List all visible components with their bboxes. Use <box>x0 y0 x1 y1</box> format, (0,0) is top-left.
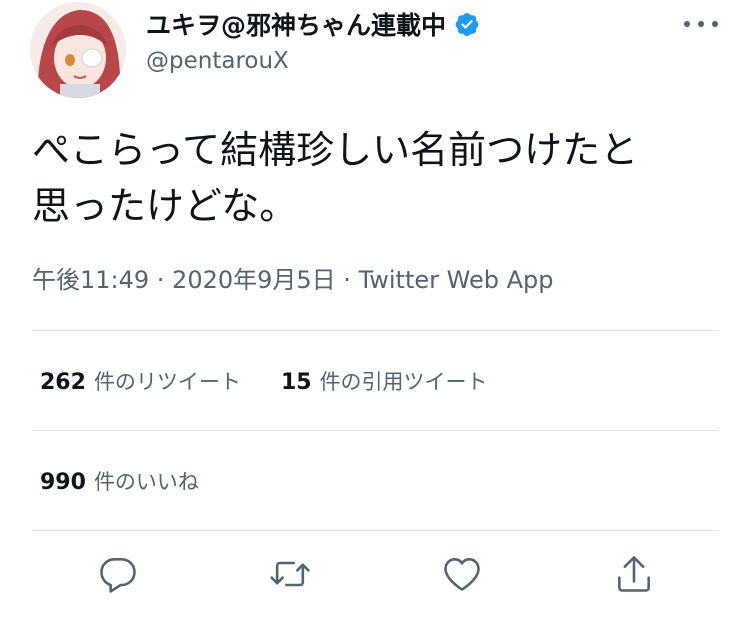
share-icon <box>618 556 650 592</box>
divider <box>32 430 718 431</box>
likes-stats-row: 990 件のいいね <box>40 466 199 496</box>
quotes-label: 件の引用ツイート <box>319 370 488 394</box>
retweets-count: 262 <box>40 370 86 395</box>
retweet-icon <box>270 561 310 587</box>
tweet-action-bar <box>0 552 748 602</box>
avatar[interactable] <box>30 2 126 98</box>
tweet-text: ぺこらって結構珍しい名前つけたと 思ったけどな。 <box>32 122 722 234</box>
tweet-timestamp[interactable]: 午後11:49 · 2020年9月5日 · Twitter Web App <box>32 260 553 295</box>
engagement-stats-row: 262 件のリツイート 15 件の引用ツイート <box>40 366 488 396</box>
retweets-stat[interactable]: 262 件のリツイート <box>40 366 241 396</box>
user-handle[interactable]: @pentarouX <box>146 48 289 74</box>
likes-count: 990 <box>40 470 86 495</box>
avatar-illustration <box>30 2 126 98</box>
display-name[interactable]: ユキヲ@邪神ちゃん連載中 <box>146 6 480 42</box>
verified-badge-icon <box>455 13 479 36</box>
reply-icon <box>100 558 136 593</box>
divider <box>32 330 718 331</box>
more-dot <box>684 21 690 27</box>
more-options-icon[interactable] <box>684 18 718 30</box>
share-button[interactable] <box>612 552 656 596</box>
quote-tweets-stat[interactable]: 15 件の引用ツイート <box>281 366 488 396</box>
like-button[interactable] <box>440 552 484 596</box>
tweet-text-line: ぺこらって結構珍しい名前つけたと <box>32 128 639 172</box>
more-dot <box>712 21 718 27</box>
tweet-text-line: 思ったけどな。 <box>32 184 298 228</box>
retweet-button[interactable] <box>268 552 312 596</box>
quotes-count: 15 <box>280 370 312 395</box>
likes-label: 件のいいね <box>93 470 199 494</box>
more-dot <box>698 21 704 27</box>
like-icon <box>444 558 480 591</box>
likes-stat[interactable]: 990 件のいいね <box>40 466 199 496</box>
divider <box>32 530 718 531</box>
retweets-label: 件のリツイート <box>93 370 241 394</box>
reply-button[interactable] <box>96 552 140 596</box>
display-name-text[interactable]: ユキヲ@邪神ちゃん連載中 <box>146 6 446 42</box>
